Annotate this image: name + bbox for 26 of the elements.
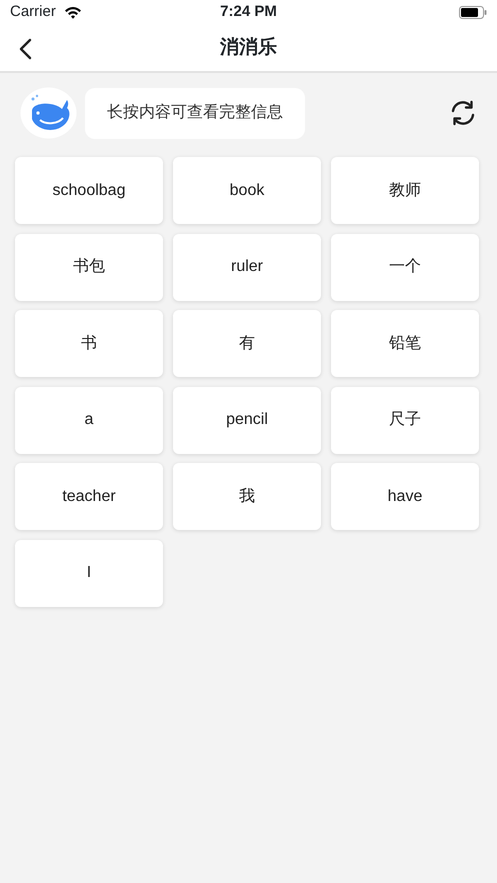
word-card[interactable]: 书 (15, 310, 163, 377)
word-card[interactable]: 书包 (15, 234, 163, 300)
word-card[interactable]: pencil (173, 386, 321, 454)
word-card[interactable]: 我 (173, 463, 321, 530)
whale-logo-icon (20, 87, 77, 139)
hint-message: 长按内容可查看完整信息 (85, 88, 305, 138)
carrier-label: Carrier (10, 2, 56, 22)
word-card[interactable]: I (15, 540, 163, 606)
word-card[interactable]: a (15, 386, 163, 454)
word-card[interactable]: 尺子 (331, 386, 479, 454)
wifi-icon (64, 6, 82, 19)
back-icon (18, 38, 32, 60)
word-card[interactable]: 一个 (331, 234, 479, 300)
word-card[interactable]: 铅笔 (331, 310, 479, 377)
word-card[interactable]: 教师 (331, 157, 479, 224)
status-time: 7:24 PM (220, 2, 277, 22)
word-card[interactable]: teacher (15, 463, 163, 530)
refresh-icon (449, 100, 477, 126)
page-title: 消消乐 (220, 36, 277, 60)
word-card[interactable]: ruler (173, 234, 321, 300)
battery-icon (459, 6, 487, 19)
word-card[interactable]: 有 (173, 310, 321, 377)
word-card[interactable]: book (173, 157, 321, 224)
refresh-button[interactable] (449, 100, 477, 126)
word-card[interactable]: schoolbag (15, 157, 163, 224)
word-card[interactable]: have (331, 463, 479, 530)
